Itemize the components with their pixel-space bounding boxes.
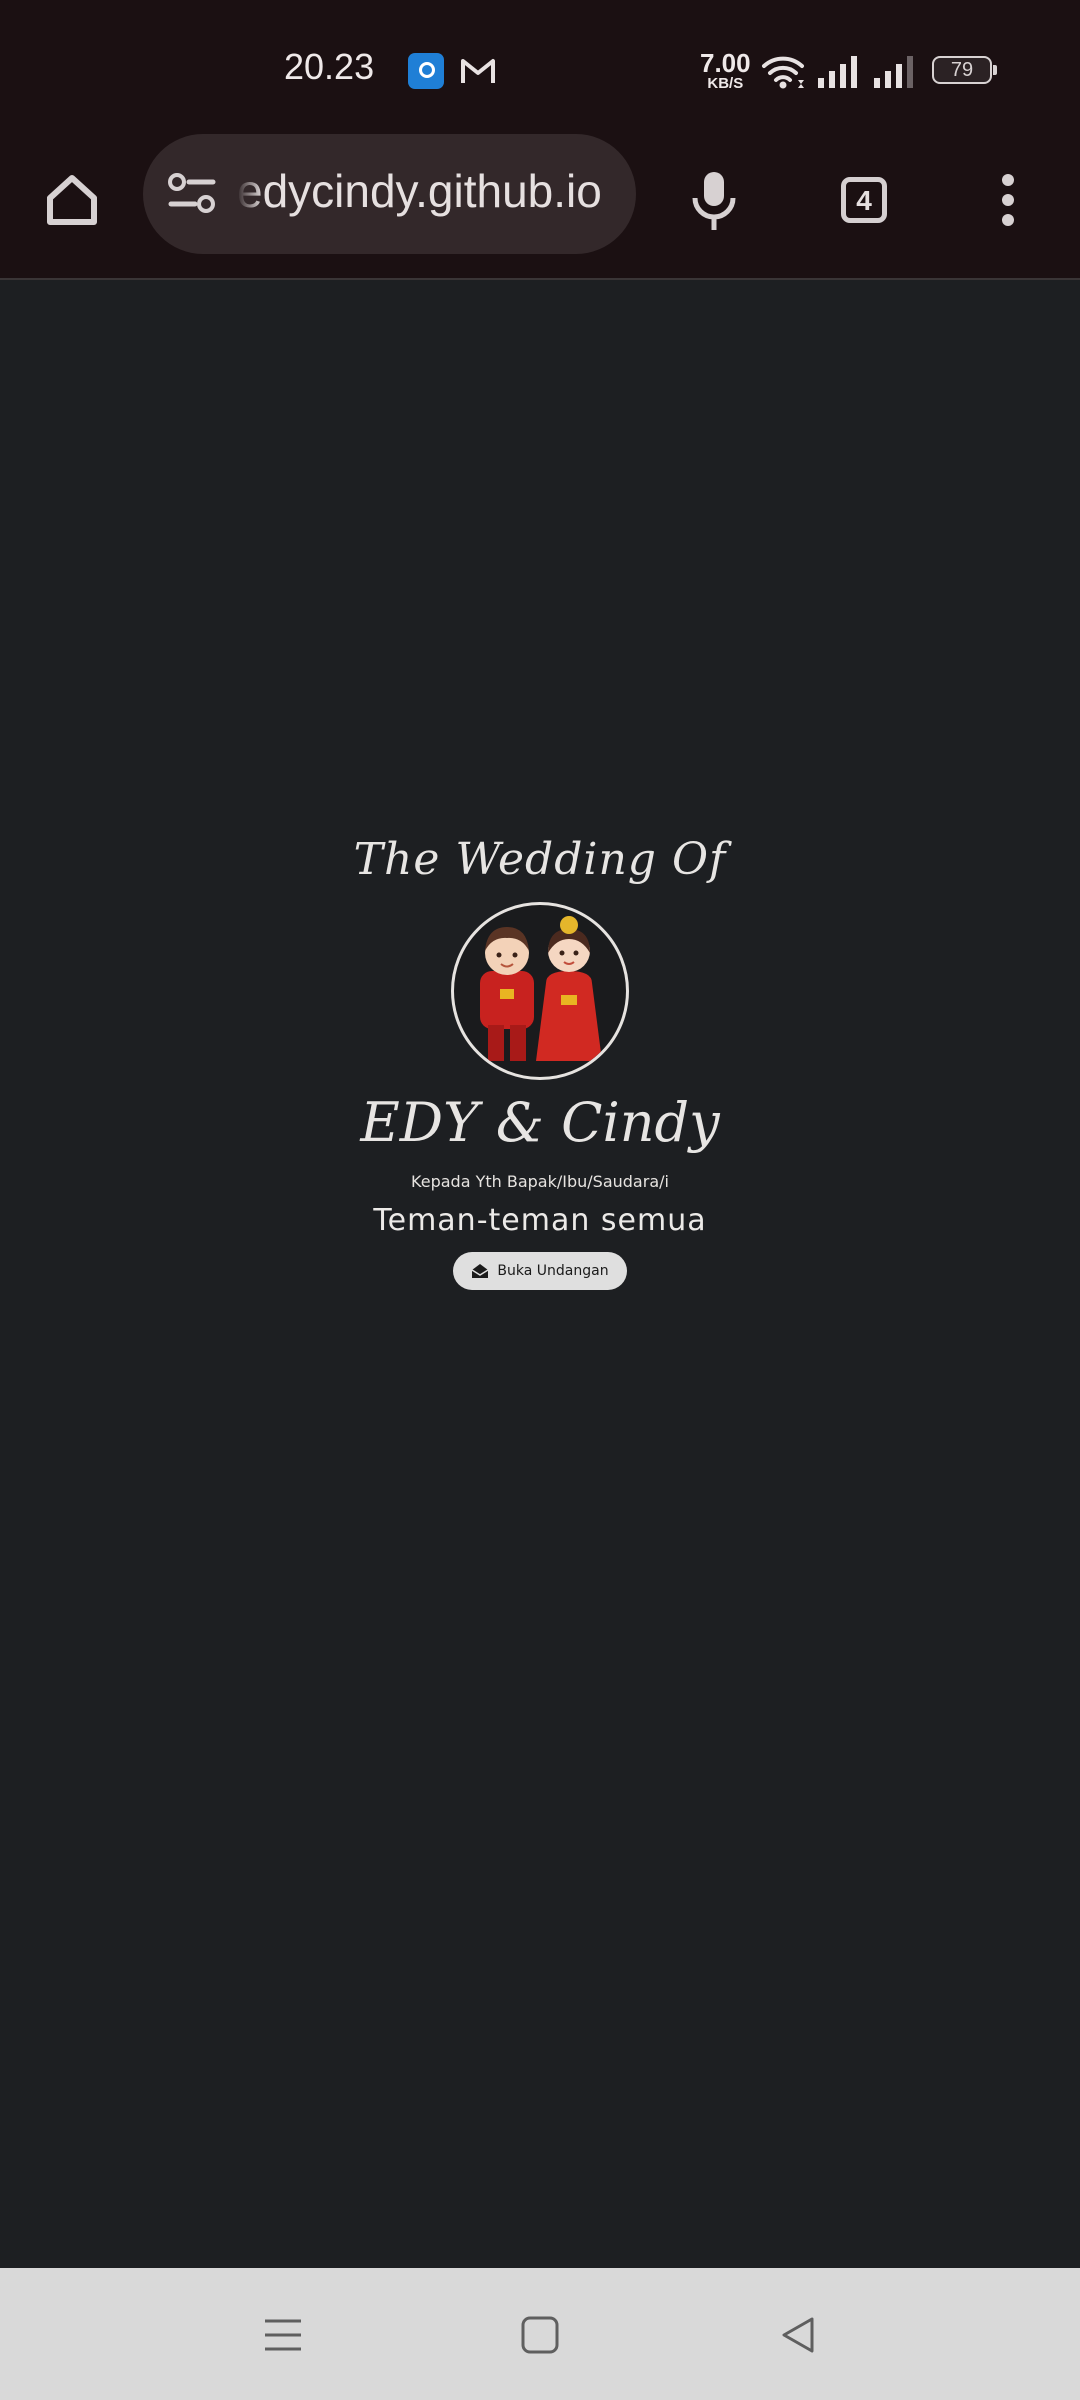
signal-icon [818, 56, 857, 88]
mic-icon [692, 172, 736, 230]
more-options-button[interactable] [966, 158, 1050, 242]
signal-icon [874, 56, 913, 88]
url-bar[interactable]: edycindy.github.io [143, 134, 636, 254]
battery-level: 79 [950, 59, 974, 81]
app-notification-icon [408, 53, 444, 89]
salutation-text: Kepada Yth Bapak/Ibu/Saudara/i [411, 1172, 669, 1191]
home-button[interactable] [30, 158, 114, 242]
back-icon [782, 2317, 814, 2353]
wifi-icon [762, 56, 804, 89]
back-button[interactable] [763, 2300, 833, 2370]
home-icon [47, 175, 97, 225]
tab-count: 4 [856, 185, 872, 216]
couple-illustration [480, 916, 602, 1061]
network-speed: 7.00 KB/S [700, 50, 751, 91]
envelope-open-icon [472, 1264, 489, 1278]
couple-avatar [451, 902, 629, 1080]
url-text[interactable]: edycindy.github.io [237, 164, 617, 218]
recents-button[interactable] [248, 2300, 318, 2370]
wedding-title: The Wedding Of [353, 834, 727, 885]
open-invitation-button[interactable]: Buka Undangan [453, 1252, 627, 1290]
guest-name: Teman-teman semua [373, 1203, 707, 1238]
home-nav-button[interactable] [505, 2300, 575, 2370]
network-speed-unit: KB/S [707, 75, 744, 92]
tab-switcher-button[interactable]: 4 [822, 158, 906, 242]
network-speed-value: 7.00 [700, 48, 751, 78]
voice-search-button[interactable] [672, 158, 756, 242]
status-time: 20.23 [284, 46, 375, 87]
home-square-icon [521, 2316, 559, 2354]
tabs-icon: 4 [841, 177, 887, 223]
invitation-cover: The Wedding Of EDY & Cindy Kepada Yth Ba… [340, 830, 740, 1290]
gmail-icon [461, 59, 495, 83]
system-navigation-bar [0, 2268, 1080, 2400]
open-invitation-label: Buka Undangan [497, 1263, 609, 1279]
recents-icon [265, 2319, 301, 2351]
status-bar: 20.23 7.00 KB/S 79 [0, 0, 1080, 138]
couple-names: EDY & Cindy [360, 1091, 720, 1154]
site-settings-icon[interactable] [167, 170, 217, 218]
battery-icon: 79 [932, 56, 997, 84]
more-vert-icon [1002, 174, 1014, 226]
